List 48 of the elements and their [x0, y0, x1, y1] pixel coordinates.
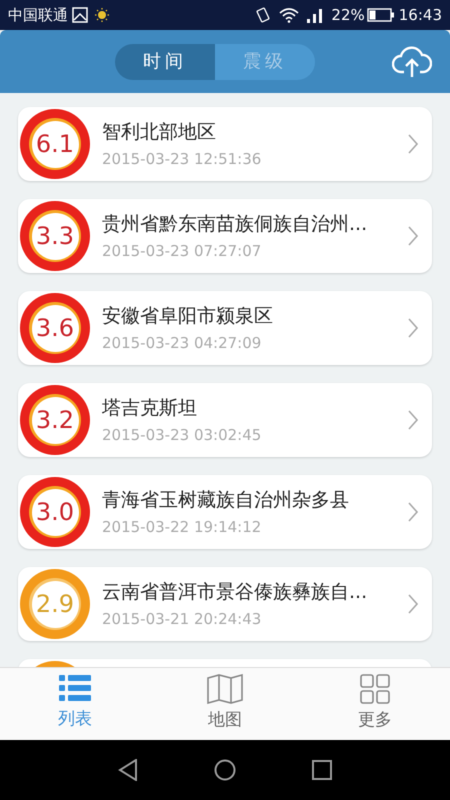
sun-icon	[94, 7, 110, 23]
chevron-right-icon	[408, 226, 418, 246]
chevron-right-icon	[408, 134, 418, 154]
segment-tab[interactable]: 时间	[115, 44, 215, 80]
quake-location: 贵州省黔东南苗族侗族自治州...	[102, 212, 368, 236]
magnitude-value: 2.9	[36, 589, 74, 620]
quake-card[interactable]: 3.0 青海省玉树藏族自治州杂多县 2015-03-22 19:14:12	[18, 475, 432, 549]
vibrate-icon	[255, 6, 272, 24]
quake-time: 2015-03-21 20:24:43	[102, 609, 262, 630]
quake-card[interactable]: 6.1 智利北部地区 2015-03-23 12:51:36	[18, 107, 432, 181]
chevron-right-icon	[408, 502, 418, 522]
magnitude-value: 3.6	[36, 313, 74, 344]
clock-time: 16:43	[398, 4, 442, 26]
carrier-name: 中国联通	[8, 4, 68, 26]
quake-card[interactable]: 3.3 贵州省黔东南苗族侗族自治州... 2015-03-23 07:27:07	[18, 199, 432, 273]
home-icon[interactable]	[214, 759, 236, 781]
magnitude-value: 3.2	[36, 405, 74, 436]
quake-location: 塔吉克斯坦	[102, 396, 198, 420]
quake-location: 云南省普洱市景谷傣族彝族自...	[102, 580, 368, 604]
magnitude-value: 3.0	[36, 497, 74, 528]
list-icon	[59, 675, 91, 704]
back-icon[interactable]	[118, 759, 138, 781]
battery-percent: 22%	[331, 4, 365, 26]
bottom-tab[interactable]: 更多	[300, 668, 450, 740]
quake-location: 智利北部地区	[102, 120, 217, 144]
quake-card[interactable]: 3.6 安徽省阜阳市颍泉区 2015-03-23 04:27:09	[18, 291, 432, 365]
quake-location: 青海省玉树藏族自治州杂多县	[102, 488, 350, 512]
quake-time: 2015-03-22 19:14:12	[102, 517, 262, 538]
wifi-icon	[279, 7, 300, 23]
map-icon	[207, 674, 243, 704]
chevron-right-icon	[408, 410, 418, 430]
magnitude-value: 3.3	[36, 221, 74, 252]
grid-icon	[360, 674, 390, 704]
cloud-upload-icon[interactable]	[392, 46, 432, 78]
image-icon	[72, 7, 88, 23]
recents-icon[interactable]	[312, 760, 332, 780]
quake-card[interactable]: 2.9 云南省普洱市景谷傣族彝族自... 2015-03-21 20:24:43	[18, 567, 432, 641]
chevron-right-icon	[408, 594, 418, 614]
battery-icon	[366, 8, 395, 22]
quake-card[interactable]: 3.2 塔吉克斯坦 2015-03-23 03:02:45	[18, 383, 432, 457]
quake-location: 安徽省阜阳市颍泉区	[102, 304, 274, 328]
quake-time: 2015-03-23 12:51:36	[102, 149, 262, 170]
bottom-tab[interactable]: 地图	[150, 668, 300, 740]
quake-time: 2015-03-23 03:02:45	[102, 425, 262, 446]
quake-time: 2015-03-23 04:27:09	[102, 333, 262, 354]
quake-time: 2015-03-23 07:27:07	[102, 241, 262, 262]
chevron-right-icon	[408, 318, 418, 338]
magnitude-value: 6.1	[36, 129, 74, 160]
